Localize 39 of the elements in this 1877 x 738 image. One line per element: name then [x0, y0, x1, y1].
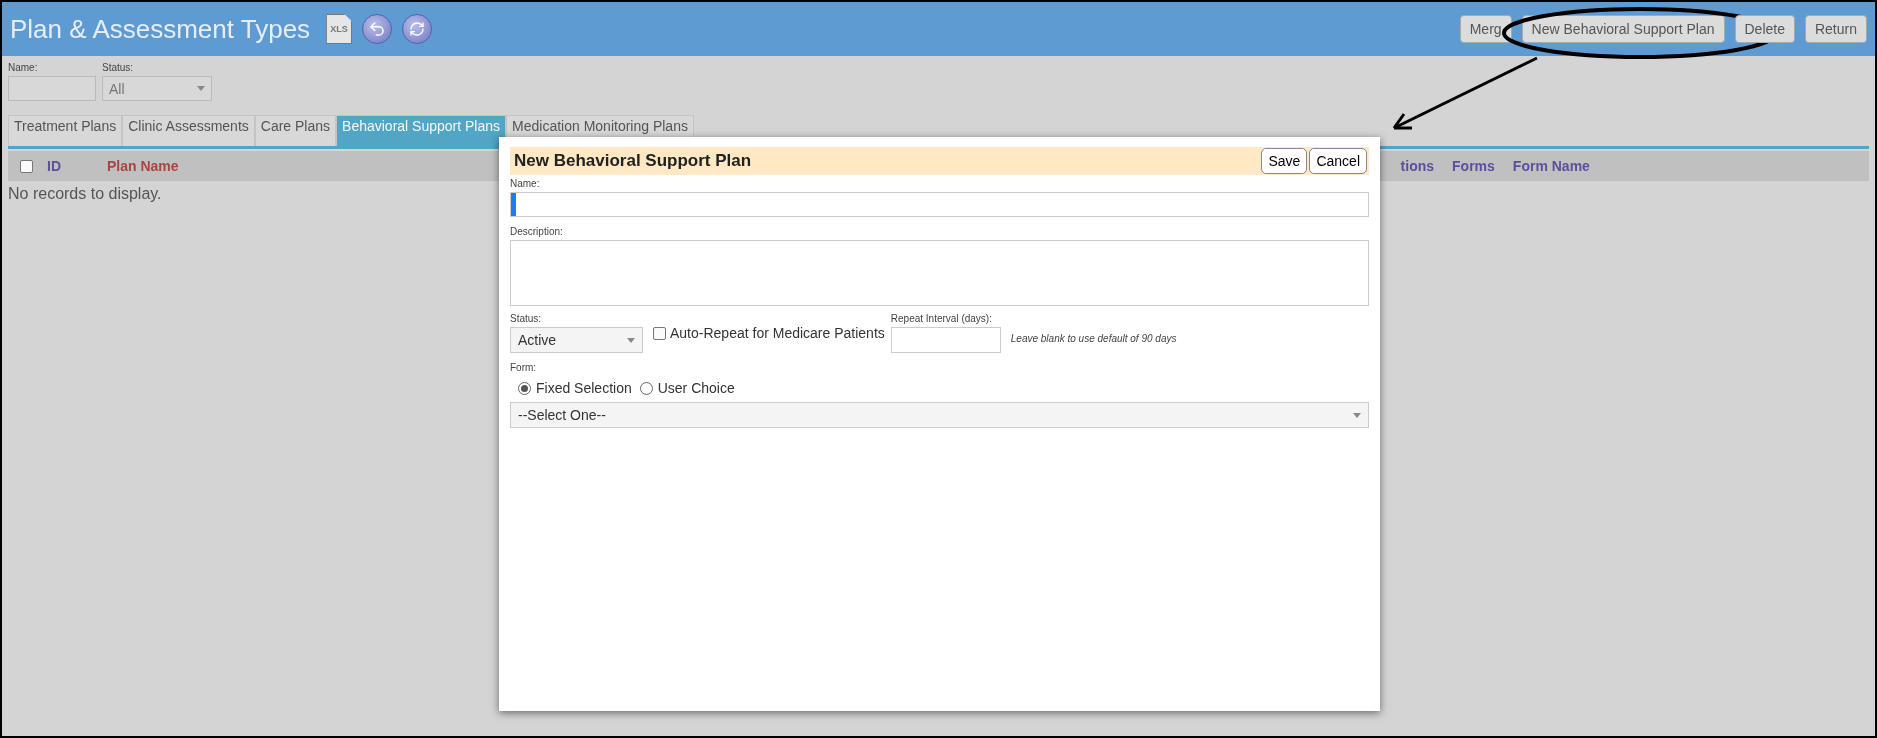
header-button[interactable]: Delete — [1734, 15, 1795, 43]
repeat-hint: Leave blank to use default of 90 days — [1010, 333, 1177, 344]
status-label: Status: — [510, 313, 543, 324]
cancel-button[interactable]: Cancel — [1309, 148, 1367, 174]
empty-message: No records to display. — [8, 185, 162, 203]
undo-icon[interactable] — [362, 14, 393, 44]
refresh-icon[interactable] — [402, 14, 433, 44]
status-filter-select[interactable]: All — [102, 76, 212, 101]
column-header[interactable]: Plan Name — [107, 158, 179, 174]
spreadsheet-file-icon[interactable]: XLS — [326, 14, 353, 44]
form-radio[interactable]: Fixed Selection — [518, 380, 632, 396]
form-select[interactable]: --Select One-- — [510, 402, 1369, 428]
column-header[interactable]: Form Name — [1512, 158, 1590, 174]
column-header[interactable]: Forms — [1452, 158, 1495, 174]
auto-repeat-checkbox[interactable]: Auto-Repeat for Medicare Patients — [653, 325, 885, 341]
column-header[interactable]: tions — [1400, 158, 1435, 174]
tab[interactable]: Care Plans — [254, 115, 337, 146]
form-label: Form: — [510, 362, 538, 373]
description-label: Description: — [510, 226, 564, 237]
name-label: Name: — [8, 62, 39, 73]
name-field[interactable] — [510, 192, 1369, 217]
repeat-interval-label: Repeat Interval (days): — [890, 313, 993, 324]
name-label: Name: — [510, 178, 541, 189]
tab[interactable]: Clinic Assessments — [122, 115, 255, 146]
select-all-checkbox[interactable] — [20, 159, 33, 173]
tab[interactable]: Treatment Plans — [8, 115, 123, 146]
column-header[interactable]: ID — [47, 158, 61, 174]
form-radio[interactable]: User Choice — [639, 380, 735, 396]
header-button[interactable]: Return — [1804, 15, 1867, 43]
status-label: Status: — [102, 62, 135, 73]
page-title: Plan & Assessment Types — [10, 13, 311, 45]
dialog-title: New Behavioral Support Plan — [514, 151, 752, 171]
name-filter-field[interactable] — [8, 76, 96, 101]
header-button[interactable]: Merg — [1459, 15, 1512, 43]
save-button[interactable]: Save — [1261, 148, 1308, 174]
header-button[interactable]: New Behavioral Support Plan — [1521, 15, 1725, 43]
status-select[interactable]: Active — [510, 327, 643, 353]
repeat-interval-field[interactable] — [890, 327, 1001, 353]
description-field[interactable] — [510, 240, 1369, 306]
